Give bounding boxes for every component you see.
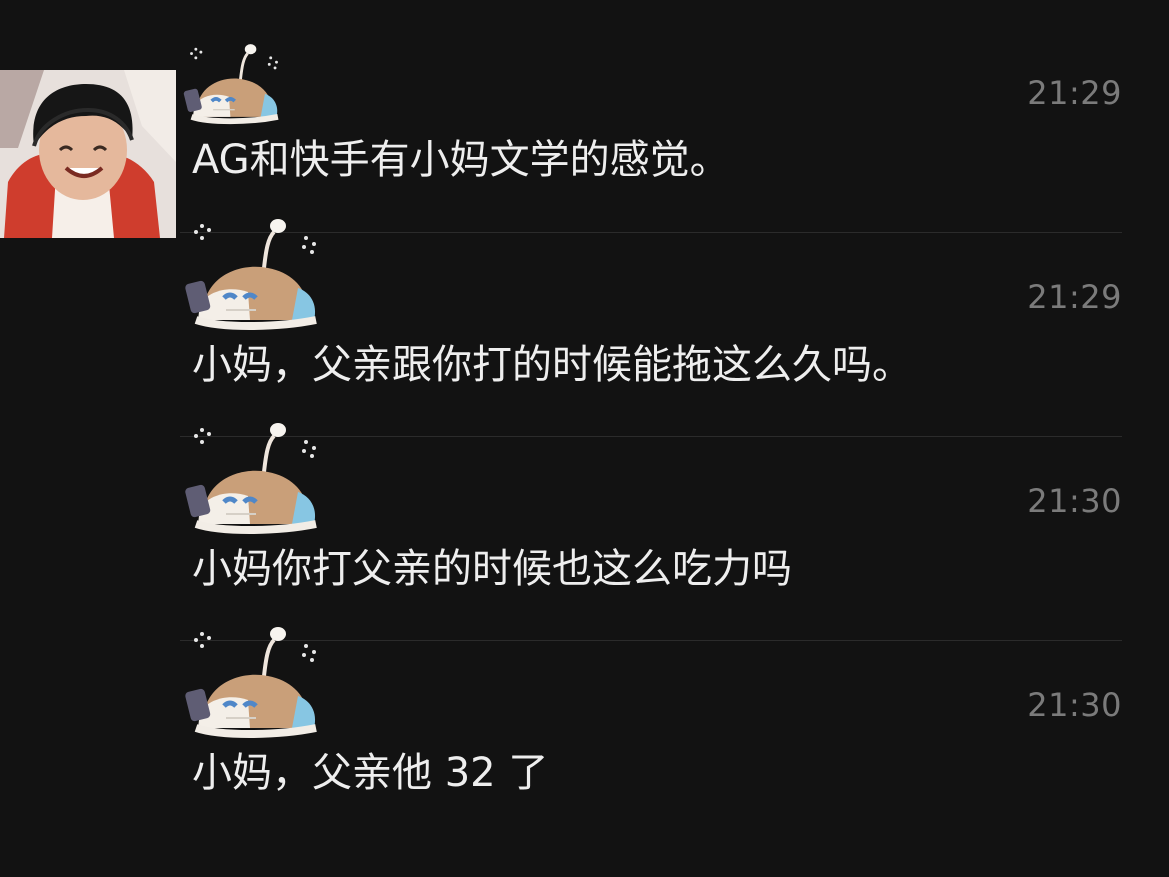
message-timestamp: 21:30	[1027, 482, 1122, 520]
message-text[interactable]: AG和快手有小妈文学的感觉。	[192, 140, 730, 180]
sleeping-cat-with-phone-sticker-icon[interactable]	[180, 624, 340, 742]
sender-avatar[interactable]	[0, 70, 176, 238]
sleeping-cat-with-phone-sticker-icon[interactable]	[180, 42, 295, 127]
message-text[interactable]: 小妈你打父亲的时候也这么吃力吗	[192, 549, 792, 589]
sleeping-cat-with-phone-sticker-icon[interactable]	[180, 216, 340, 334]
message-timestamp: 21:30	[1027, 686, 1122, 724]
chat-thread: 21:29 AG和快手有小妈文学的感觉。 21:29 小妈，父亲跟你打的时候能拖…	[0, 0, 1169, 877]
message-text[interactable]: 小妈，父亲他 32 了	[192, 753, 548, 793]
sleeping-cat-with-phone-sticker-icon[interactable]	[180, 420, 340, 538]
message-text[interactable]: 小妈，父亲跟你打的时候能拖这么久吗。	[192, 345, 912, 385]
message-timestamp: 21:29	[1027, 74, 1122, 112]
user-photo-avatar-icon	[0, 70, 176, 238]
message-timestamp: 21:29	[1027, 278, 1122, 316]
